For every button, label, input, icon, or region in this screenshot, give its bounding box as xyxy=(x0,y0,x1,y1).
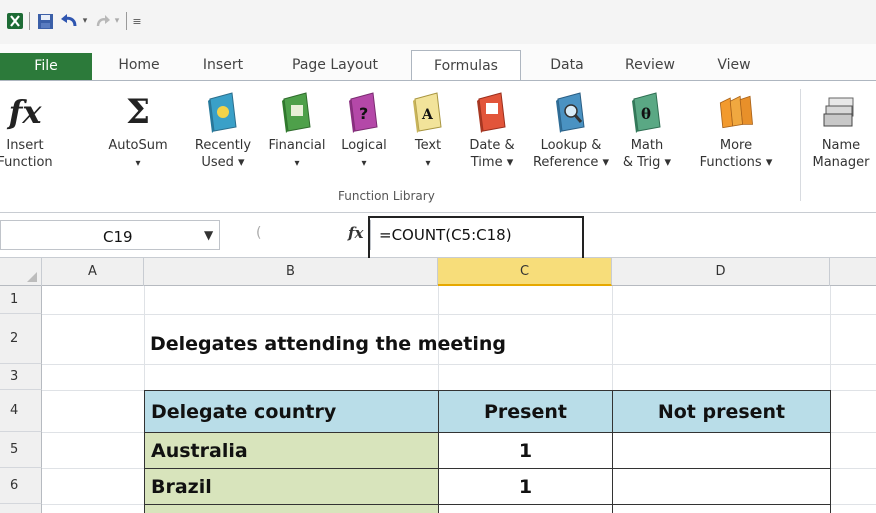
fx-icon: fx xyxy=(8,93,42,131)
quick-access-toolbar: ▾ ▾ ≡ xyxy=(0,0,876,44)
group-label-function-library: Function Library xyxy=(338,189,435,203)
header-not-present[interactable]: Not present xyxy=(612,390,831,433)
sheet-title[interactable]: Delegates attending the meeting xyxy=(150,326,506,362)
insert-function-button[interactable]: fx Insert Function xyxy=(0,89,53,171)
svg-text:A: A xyxy=(421,107,434,123)
undo-icon[interactable] xyxy=(58,11,80,31)
recently-used-button[interactable]: Recently Used ▾ xyxy=(186,89,260,171)
column-header-e[interactable] xyxy=(830,258,876,286)
header-delegate-country[interactable]: Delegate country xyxy=(144,390,439,433)
name-box[interactable]: C19 ▼ xyxy=(0,220,220,250)
table-row-present[interactable]: 1 xyxy=(438,468,613,505)
row-header-3[interactable]: 3 xyxy=(0,364,42,390)
row-header-1[interactable]: 1 xyxy=(0,286,42,314)
sigma-icon: Σ xyxy=(125,92,151,132)
table-row-not-present[interactable] xyxy=(612,504,831,513)
table-row-country[interactable]: Brazil xyxy=(144,468,439,505)
insert-function-icon[interactable]: fx xyxy=(348,224,363,242)
tab-page-layout[interactable]: Page Layout xyxy=(272,50,398,80)
formula-text: =COUNT(C5:C18) xyxy=(379,226,512,244)
formula-bar: C19 ▼ ( fx =COUNT(C5:C18) xyxy=(0,214,876,258)
column-header-a[interactable]: A xyxy=(42,258,144,286)
row-header-4[interactable]: 4 xyxy=(0,390,42,432)
tab-review[interactable]: Review xyxy=(612,50,688,80)
book-financial-icon xyxy=(278,89,316,135)
book-logical-icon: ? xyxy=(345,89,383,135)
tab-home[interactable]: Home xyxy=(104,50,174,80)
name-manager-button[interactable]: Name Manager xyxy=(806,89,876,171)
table-row-present[interactable] xyxy=(438,504,613,513)
text-button[interactable]: A Text ▾ xyxy=(408,89,448,172)
row-header-2[interactable]: 2 xyxy=(0,314,42,364)
date-time-button[interactable]: Date & Time ▾ xyxy=(460,89,524,171)
book-calendar-icon xyxy=(473,89,511,135)
ribbon-tabs: File Home Insert Page Layout Formulas Da… xyxy=(0,44,876,81)
book-math-icon: θ xyxy=(628,89,666,135)
name-box-dropdown-icon[interactable]: ▼ xyxy=(204,228,213,242)
book-text-icon: A xyxy=(409,89,447,135)
redo-dropdown-icon[interactable]: ▾ xyxy=(112,11,122,31)
table-row-not-present[interactable] xyxy=(612,432,831,469)
lookup-reference-button[interactable]: Lookup & Reference ▾ xyxy=(526,89,616,171)
tab-view[interactable]: View xyxy=(700,50,768,80)
select-all-corner[interactable] xyxy=(0,258,42,286)
math-trig-button[interactable]: θ Math & Trig ▾ xyxy=(616,89,678,171)
column-headers: A B C D xyxy=(0,258,876,286)
save-icon[interactable] xyxy=(36,11,54,31)
table-row-present[interactable]: 1 xyxy=(438,432,613,469)
table-row-not-present[interactable] xyxy=(612,468,831,505)
table-row-country[interactable]: Australia xyxy=(144,432,439,469)
autosum-button[interactable]: Σ AutoSum ▾ xyxy=(106,89,170,172)
excel-logo-icon[interactable] xyxy=(6,11,24,31)
table-row-country[interactable] xyxy=(144,504,439,513)
book-lookup-icon xyxy=(552,89,590,135)
header-present[interactable]: Present xyxy=(438,390,613,433)
logical-button[interactable]: ? Logical ▾ xyxy=(334,89,394,172)
name-box-value: C19 xyxy=(103,228,133,246)
financial-button[interactable]: Financial ▾ xyxy=(262,89,332,172)
customize-qat-icon[interactable]: ≡ xyxy=(130,11,144,31)
row-header-5[interactable]: 5 xyxy=(0,432,42,468)
column-header-c[interactable]: C xyxy=(438,258,612,286)
row-header-6[interactable]: 6 xyxy=(0,468,42,504)
more-functions-button[interactable]: More Functions ▾ xyxy=(680,89,792,171)
name-manager-icon xyxy=(822,89,860,135)
redo-icon[interactable] xyxy=(94,11,112,31)
ribbon-formulas: fx Insert Function Σ AutoSum ▾ Recently Use… xyxy=(0,80,876,213)
tab-insert[interactable]: Insert xyxy=(188,50,258,80)
formula-input[interactable]: =COUNT(C5:C18) xyxy=(370,220,876,250)
svg-text:θ: θ xyxy=(641,105,651,123)
svg-text:?: ? xyxy=(359,104,368,123)
tab-data[interactable]: Data xyxy=(532,50,602,80)
formula-bar-resize-icon[interactable]: ( xyxy=(256,225,261,241)
undo-dropdown-icon[interactable]: ▾ xyxy=(80,11,90,31)
book-star-icon xyxy=(204,89,242,135)
books-more-icon xyxy=(717,89,755,135)
tab-file[interactable]: File xyxy=(0,53,92,80)
column-header-b[interactable]: B xyxy=(144,258,438,286)
column-header-d[interactable]: D xyxy=(612,258,830,286)
tab-formulas[interactable]: Formulas xyxy=(411,50,521,81)
